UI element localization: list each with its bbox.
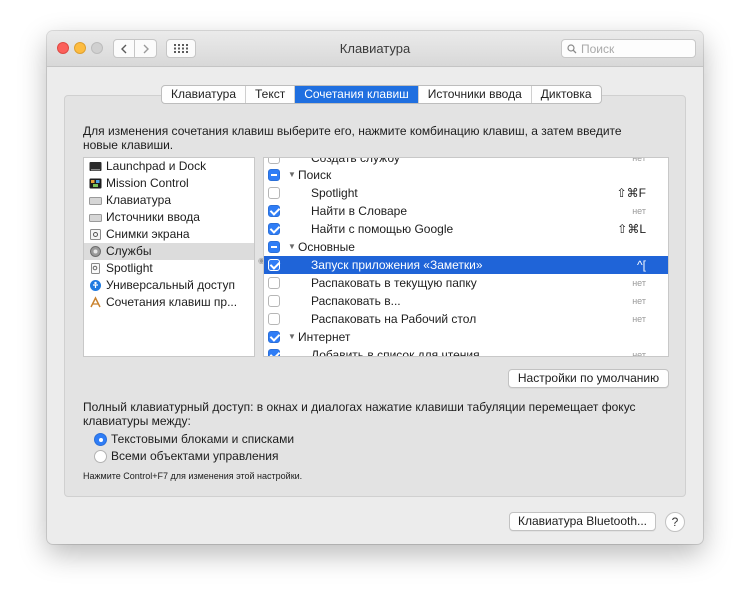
shortcut-checkbox[interactable] — [268, 349, 280, 356]
shortcut-checkbox[interactable] — [268, 277, 280, 289]
category-item-mission-control[interactable]: Mission Control — [84, 175, 254, 192]
shortcut-row-dictionary[interactable]: Найти в Словаре нет — [264, 202, 668, 220]
keyboard-access-hint: Нажмите Control+F7 для изменения этой на… — [83, 471, 303, 481]
shortcut-row-google[interactable]: Найти с помощью Google ⇧⌘L — [264, 220, 668, 238]
tab-bar: Клавиатура Текст Сочетания клавиш Источн… — [161, 85, 602, 104]
category-item-screenshots[interactable]: Снимки экрана — [84, 226, 254, 243]
accessibility-icon — [89, 279, 102, 292]
shortcut-checkbox[interactable] — [268, 259, 280, 271]
shortcut-row-spotlight[interactable]: Spotlight ⇧⌘F — [264, 184, 668, 202]
tab-input-sources[interactable]: Источники ввода — [419, 86, 532, 103]
group-checkbox[interactable] — [268, 241, 280, 253]
input-sources-icon — [89, 211, 102, 224]
category-label: Универсальный доступ — [106, 278, 236, 292]
radio-button[interactable] — [94, 433, 107, 446]
category-list[interactable]: Launchpad и Dock Mission Control Клавиат… — [83, 157, 255, 357]
tab-shortcuts[interactable]: Сочетания клавиш — [295, 86, 419, 103]
help-button[interactable]: ? — [665, 512, 685, 532]
spotlight-icon — [89, 262, 102, 275]
group-checkbox[interactable] — [268, 169, 280, 181]
group-checkbox[interactable] — [268, 331, 280, 343]
shortcut-checkbox[interactable] — [268, 158, 280, 164]
launchpad-icon — [89, 160, 102, 173]
radio-button[interactable] — [94, 450, 107, 463]
disclosure-triangle-icon[interactable]: ▼ — [288, 238, 296, 256]
category-label: Сочетания клавиш пр... — [106, 295, 238, 309]
category-label: Источники ввода — [106, 210, 200, 224]
category-label: Spotlight — [106, 261, 153, 275]
category-label: Launchpad и Dock — [106, 159, 207, 173]
services-gear-icon — [89, 245, 102, 258]
search-field[interactable] — [561, 39, 696, 58]
mission-control-icon — [89, 177, 102, 190]
shortcut-row-unpack-to[interactable]: Распаковать в... нет — [264, 292, 668, 310]
shortcut-row-unpack-desktop[interactable]: Распаковать на Рабочий стол нет — [264, 310, 668, 328]
tab-text[interactable]: Текст — [246, 86, 296, 103]
keyboard-preferences-window: Клавиатура Клавиатура Текст Сочетания кл… — [47, 31, 703, 544]
title-bar: Клавиатура — [47, 31, 703, 67]
search-icon — [567, 43, 577, 53]
shortcuts-list[interactable]: Создать службу нет ▼ Поиск Spotlight ⇧⌘F… — [263, 157, 669, 357]
bluetooth-keyboard-button[interactable]: Клавиатура Bluetooth... — [509, 512, 656, 531]
shortcut-group-general[interactable]: ▼ Основные — [264, 238, 668, 256]
category-item-launchpad[interactable]: Launchpad и Dock — [84, 158, 254, 175]
category-label: Mission Control — [106, 176, 189, 190]
search-input[interactable] — [581, 41, 691, 56]
app-shortcuts-icon — [89, 296, 102, 309]
shortcut-checkbox[interactable] — [268, 313, 280, 325]
category-item-accessibility[interactable]: Универсальный доступ — [84, 277, 254, 294]
keyboard-icon — [89, 194, 102, 207]
category-label: Снимки экрана — [106, 227, 190, 241]
restore-defaults-button[interactable]: Настройки по умолчанию — [508, 369, 669, 388]
tab-dictation[interactable]: Диктовка — [532, 86, 601, 103]
shortcut-row-unpack-current[interactable]: Распаковать в текущую папку нет — [264, 274, 668, 292]
category-item-input-sources[interactable]: Источники ввода — [84, 209, 254, 226]
tab-keyboard[interactable]: Клавиатура — [162, 86, 246, 103]
shortcut-row-notes[interactable]: Запуск приложения «Заметки» ^[ — [264, 256, 668, 274]
category-label: Клавиатура — [106, 193, 171, 207]
shortcuts-description: Для изменения сочетания клавиш выберите … — [83, 124, 622, 152]
category-label: Службы — [106, 244, 152, 258]
keyboard-access-description: Полный клавиатурный доступ: в окнах и ди… — [83, 400, 636, 428]
shortcut-checkbox[interactable] — [268, 187, 280, 199]
category-item-app-shortcuts[interactable]: Сочетания клавиш пр... — [84, 294, 254, 311]
shortcut-checkbox[interactable] — [268, 205, 280, 217]
disclosure-triangle-icon[interactable]: ▼ — [288, 328, 296, 346]
screenshot-icon — [89, 228, 102, 241]
shortcut-checkbox[interactable] — [268, 295, 280, 307]
shortcut-group-search[interactable]: ▼ Поиск — [264, 166, 668, 184]
shortcut-checkbox[interactable] — [268, 223, 280, 235]
category-item-services[interactable]: Службы — [84, 243, 254, 260]
disclosure-triangle-icon[interactable]: ▼ — [288, 166, 296, 184]
shortcut-row-reading-list[interactable]: Добавить в список для чтения нет — [264, 346, 668, 356]
category-item-keyboard[interactable]: Клавиатура — [84, 192, 254, 209]
shortcut-group-internet[interactable]: ▼ Интернет — [264, 328, 668, 346]
category-item-spotlight[interactable]: Spotlight — [84, 260, 254, 277]
